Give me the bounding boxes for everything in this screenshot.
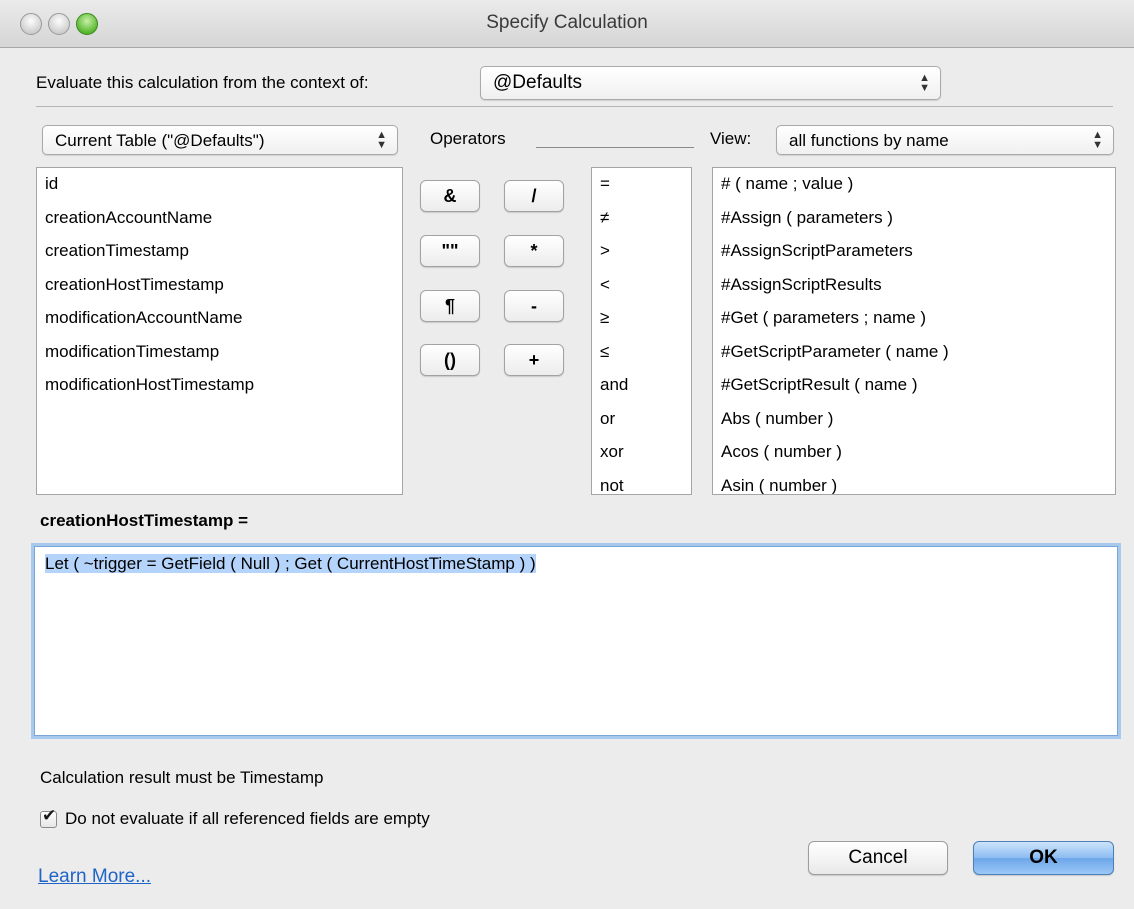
operator-item[interactable]: ≠ — [592, 201, 691, 236]
do-not-evaluate-label[interactable]: Do not evaluate if all referenced fields… — [65, 809, 430, 829]
function-item[interactable]: #GetScriptParameter ( name ) — [713, 335, 1115, 370]
calculation-editor[interactable]: Let ( ~trigger = GetField ( Null ) ; Get… — [34, 546, 1118, 736]
operators-list[interactable]: = ≠ > < ≥ ≤ and or xor not — [591, 167, 692, 495]
operator-item[interactable]: or — [592, 402, 691, 437]
function-item[interactable]: #AssignScriptParameters — [713, 234, 1115, 269]
operator-item[interactable]: ≥ — [592, 301, 691, 336]
field-item[interactable]: creationHostTimestamp — [37, 268, 402, 303]
operator-item[interactable]: xor — [592, 435, 691, 470]
operator-minus-button[interactable]: - — [504, 290, 564, 322]
do-not-evaluate-checkbox[interactable] — [40, 806, 57, 828]
operator-quotes-button[interactable]: "" — [420, 235, 480, 267]
fields-list[interactable]: id creationAccountName creationTimestamp… — [36, 167, 403, 495]
context-popup-value: @Defaults — [493, 72, 582, 93]
ok-button[interactable]: OK — [973, 841, 1114, 875]
function-item[interactable]: Abs ( number ) — [713, 402, 1115, 437]
table-popup[interactable]: Current Table ("@Defaults") ▲ ▼ — [42, 125, 398, 155]
do-not-evaluate-row[interactable]: Do not evaluate if all referenced fields… — [40, 806, 430, 829]
function-item[interactable]: #Assign ( parameters ) — [713, 201, 1115, 236]
separator — [36, 106, 1113, 107]
popup-arrows-icon: ▲ ▼ — [1092, 129, 1103, 151]
context-label: Evaluate this calculation from the conte… — [36, 73, 369, 92]
table-popup-value: Current Table ("@Defaults") — [55, 131, 265, 150]
operator-item[interactable]: = — [592, 168, 691, 202]
field-item[interactable]: modificationAccountName — [37, 301, 402, 336]
calculation-formula[interactable]: Let ( ~trigger = GetField ( Null ) ; Get… — [45, 554, 536, 573]
operator-multiply-button[interactable]: * — [504, 235, 564, 267]
popup-arrows-icon: ▲ ▼ — [919, 72, 930, 94]
operator-plus-button[interactable]: + — [504, 344, 564, 376]
field-item[interactable]: id — [37, 168, 402, 202]
operator-item[interactable]: and — [592, 368, 691, 403]
operator-parens-button[interactable]: () — [420, 344, 480, 376]
field-item[interactable]: modificationTimestamp — [37, 335, 402, 370]
operator-concat-button[interactable]: & — [420, 180, 480, 212]
cancel-button[interactable]: Cancel — [808, 841, 948, 875]
context-popup[interactable]: @Defaults ▲ ▼ — [480, 66, 941, 100]
function-item[interactable]: #Get ( parameters ; name ) — [713, 301, 1115, 336]
field-item[interactable]: creationAccountName — [37, 201, 402, 236]
popup-arrows-icon: ▲ ▼ — [376, 129, 387, 151]
operator-item[interactable]: > — [592, 234, 691, 269]
operator-item[interactable]: < — [592, 268, 691, 303]
result-type-label: Calculation result must be Timestamp — [40, 768, 324, 787]
function-item[interactable]: #GetScriptResult ( name ) — [713, 368, 1115, 403]
field-item[interactable]: modificationHostTimestamp — [37, 368, 402, 403]
view-popup-value: all functions by name — [789, 131, 949, 150]
function-item[interactable]: Asin ( number ) — [713, 469, 1115, 495]
title-bar: Specify Calculation — [0, 0, 1134, 48]
learn-more-link[interactable]: Learn More... — [38, 866, 151, 888]
calculation-field-label: creationHostTimestamp = — [40, 511, 249, 530]
operator-item[interactable]: ≤ — [592, 335, 691, 370]
view-popup[interactable]: all functions by name ▲ ▼ — [776, 125, 1114, 155]
field-item[interactable]: creationTimestamp — [37, 234, 402, 269]
functions-list[interactable]: # ( name ; value ) #Assign ( parameters … — [712, 167, 1116, 495]
function-item[interactable]: # ( name ; value ) — [713, 168, 1115, 202]
window-title: Specify Calculation — [486, 12, 648, 33]
function-item[interactable]: #AssignScriptResults — [713, 268, 1115, 303]
operator-divide-button[interactable]: / — [504, 180, 564, 212]
operators-separator — [536, 147, 694, 148]
function-item[interactable]: Acos ( number ) — [713, 435, 1115, 470]
operators-label: Operators — [430, 129, 506, 148]
operator-pilcrow-button[interactable]: ¶ — [420, 290, 480, 322]
operator-item[interactable]: not — [592, 469, 691, 495]
view-label: View: — [710, 129, 752, 148]
